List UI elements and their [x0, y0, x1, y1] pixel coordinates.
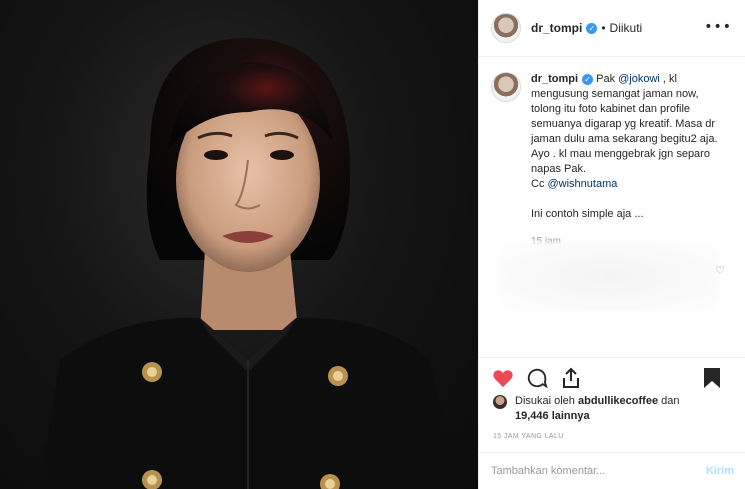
comment-input[interactable] — [491, 465, 706, 477]
caption-body: dr_tompi ✓ Pak @jokowi , kl mengusung sem… — [531, 72, 736, 249]
caption-text: Cc — [531, 178, 548, 190]
heart-icon[interactable] — [491, 366, 515, 390]
mention-link[interactable]: @wishnutama — [548, 178, 618, 190]
caption-line-1: dr_tompi ✓ Pak @jokowi , kl — [531, 72, 736, 87]
share-icon[interactable] — [559, 366, 583, 390]
send-button[interactable]: Kirim — [706, 465, 734, 477]
mention-link[interactable]: @jokowi — [618, 73, 660, 85]
likes-count-link[interactable]: 19,446 lainnya — [515, 410, 590, 422]
post-photo[interactable] — [0, 0, 478, 489]
caption-text: , kl — [659, 73, 677, 85]
blurred-comment-area — [499, 242, 719, 312]
caption-cc-line: Cc @wishnutama — [531, 177, 736, 192]
verified-badge-icon: ✓ — [582, 74, 594, 85]
post-timestamp[interactable]: 15 JAM YANG LALU — [493, 433, 564, 440]
liker-username[interactable]: abdullikecoffee — [578, 395, 658, 407]
profile-avatar[interactable] — [491, 13, 521, 43]
caption-comment: dr_tompi ✓ Pak @jokowi , kl mengusung sem… — [491, 72, 736, 249]
caption-line: semuanya digarap yg kreatif. Masa dr — [531, 118, 716, 130]
follow-button[interactable]: Diikuti — [610, 21, 643, 35]
caption-line: Ayo . kl mau menggebrak jgn separo — [531, 148, 710, 160]
portrait-image — [40, 38, 460, 489]
verified-badge-icon: ✓ — [586, 22, 598, 34]
likes-summary: Disukai oleh abdullikecoffee dan 19,446 … — [493, 394, 738, 424]
caption-line: tolong itu foto kabinet dan profile — [531, 103, 691, 115]
header-separator: • — [601, 21, 606, 35]
likes-text: Disukai oleh abdullikecoffee dan 19,446 … — [515, 394, 679, 424]
caption-avatar[interactable] — [491, 72, 521, 102]
action-bar — [479, 357, 745, 397]
liker-avatar[interactable] — [493, 395, 507, 409]
likes-prefix: Disukai oleh — [515, 395, 578, 407]
add-comment-bar: Kirim — [479, 452, 745, 489]
bookmark-icon[interactable] — [700, 366, 724, 390]
post-details-panel: dr_tompi ✓ • Diikuti ••• dr_tompi ✓ Pak @… — [478, 0, 745, 489]
comment-like-heart-icon[interactable]: ♡ — [715, 264, 725, 277]
more-icon[interactable]: ••• — [704, 19, 732, 35]
post-header: dr_tompi ✓ • Diikuti ••• — [479, 0, 745, 57]
caption-extra-line: Ini contoh simple aja ... — [531, 208, 644, 220]
caption-text: Pak — [593, 73, 619, 85]
caption-line: napas Pak. — [531, 163, 587, 175]
caption-line: mengusung semangat jaman now, — [531, 88, 699, 100]
header-username[interactable]: dr_tompi — [531, 21, 582, 35]
comment-icon[interactable] — [525, 366, 549, 390]
caption-username[interactable]: dr_tompi — [531, 73, 578, 85]
likes-and: dan — [658, 395, 680, 407]
caption-line: jaman dulu ama sekarang begitu2 aja. — [531, 133, 718, 145]
